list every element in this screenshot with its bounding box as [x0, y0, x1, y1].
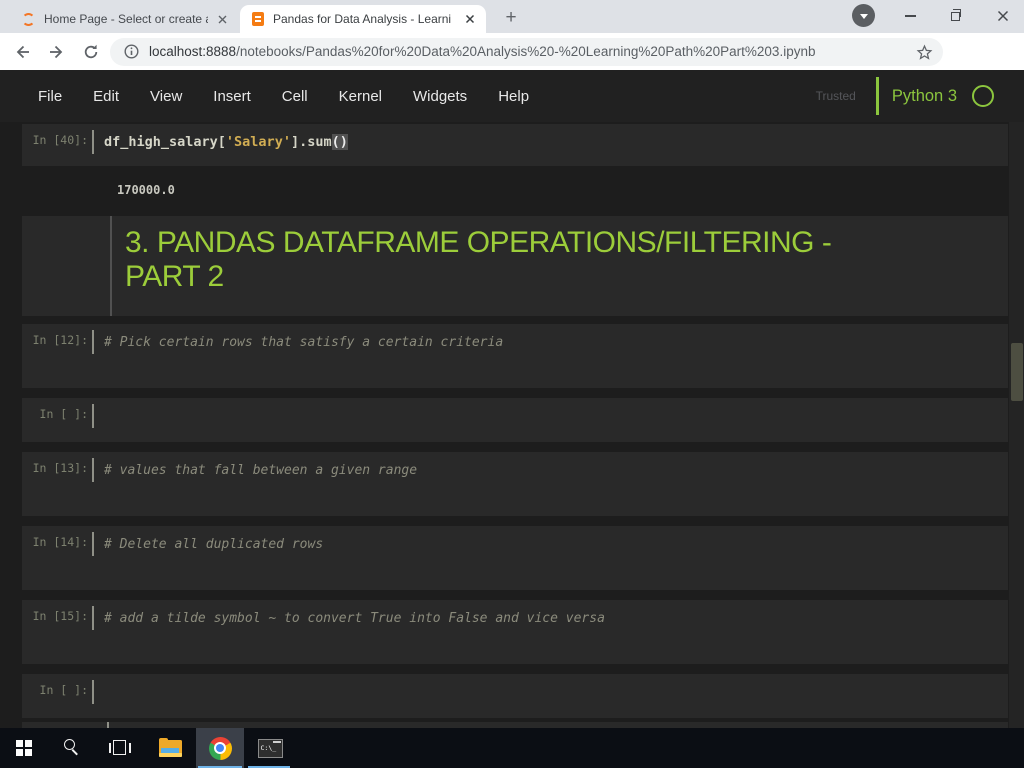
- menu-kernel[interactable]: Kernel: [339, 88, 382, 105]
- cell-prompt[interactable]: In [13]:: [22, 461, 88, 475]
- notebook-content: In [40]: df_high_salary['Salary'].sum() 17…: [0, 122, 1009, 728]
- cell-gutter-line: [92, 458, 94, 482]
- menu-cell[interactable]: Cell: [282, 88, 308, 105]
- url-host: localhost:8888: [149, 44, 237, 59]
- code-input[interactable]: df_high_salary['Salary'].sum(): [104, 132, 998, 152]
- cell-prompt[interactable]: In [14]:: [22, 535, 88, 549]
- window-minimize-button[interactable]: [893, 1, 927, 31]
- browser-toolbar: localhost:8888/notebooks/Pandas%20for%20…: [0, 33, 1024, 94]
- markdown-heading[interactable]: 3. PANDAS DATAFRAME OPERATIONS/FILTERING…: [125, 226, 993, 294]
- code-cell[interactable]: In [ ]:: [22, 674, 1008, 718]
- cell-prompt[interactable]: In [15]:: [22, 609, 88, 623]
- task-view-icon: [109, 740, 131, 756]
- cell-gutter-line: [92, 330, 94, 354]
- notebook-icon: [252, 12, 264, 26]
- taskbar: C:\_: [0, 728, 1024, 768]
- tab-close-icon[interactable]: [214, 11, 230, 27]
- tab-home-page[interactable]: Home Page - Select or create a n: [10, 5, 238, 33]
- code-cell[interactable]: In [13]: # values that fall between a giv…: [22, 452, 1008, 516]
- folder-icon: [158, 737, 182, 757]
- back-icon[interactable]: [11, 41, 33, 63]
- scrollbar[interactable]: [1009, 122, 1024, 728]
- kernel-accent-bar: [875, 77, 879, 115]
- code-cell[interactable]: In [15]: # add a tilde symbol ~ to conver…: [22, 600, 1008, 664]
- code-cell[interactable]: In [14]: # Delete all duplicated rows: [22, 526, 1008, 590]
- code-cell[interactable]: In [12]: # Pick certain rows that satisfy…: [22, 324, 1008, 388]
- tab-title: Home Page - Select or create a n: [44, 12, 208, 26]
- cell-prompt[interactable]: In [12]:: [22, 333, 88, 347]
- cell-gutter-line: [92, 680, 94, 704]
- url-path: /notebooks/Pandas%20for%20Data%20Analysi…: [236, 44, 816, 59]
- window-restore-button[interactable]: [938, 1, 972, 31]
- cell-gutter-line: [92, 606, 94, 630]
- screen: Home Page - Select or create a n Pandas …: [0, 0, 1024, 768]
- windows-logo-icon: [15, 739, 33, 757]
- menu-edit[interactable]: Edit: [93, 88, 119, 105]
- terminal-icon: C:\_: [257, 738, 283, 758]
- cell-gutter-line: [110, 216, 112, 316]
- url-text: localhost:8888/notebooks/Pandas%20for%20…: [149, 44, 815, 59]
- jupyter-menubar: File Edit View Insert Cell Kernel Widgets Help …: [0, 70, 1024, 122]
- trusted-label: Trusted: [815, 89, 856, 103]
- scrollbar-thumb[interactable]: [1010, 343, 1023, 401]
- site-info-icon[interactable]: [124, 44, 139, 59]
- kernel-indicator-group: Trusted Python 3: [816, 70, 994, 122]
- jupyter-logo-icon: [22, 12, 35, 26]
- cell-gutter-line: [92, 532, 94, 556]
- menu-view[interactable]: View: [150, 88, 182, 105]
- cell-gutter-line: [92, 130, 94, 154]
- chrome-icon: [208, 736, 232, 760]
- code-input[interactable]: # values that fall between a given range: [104, 460, 998, 481]
- kernel-idle-icon: [972, 85, 994, 107]
- browser-tab-strip: Home Page - Select or create a n Pandas …: [0, 0, 1024, 33]
- tab-pandas-notebook[interactable]: Pandas for Data Analysis - Learni: [240, 5, 486, 33]
- cell-prompt[interactable]: In [ ]:: [22, 407, 88, 421]
- bookmark-star-icon[interactable]: [916, 44, 933, 61]
- cell-gutter-line: [92, 404, 94, 428]
- browser-profile-icon[interactable]: [852, 4, 875, 27]
- cell-output: 170000.0: [117, 183, 175, 197]
- new-tab-button[interactable]: +: [497, 5, 525, 30]
- terminal-taskbar-button[interactable]: C:\_: [246, 728, 294, 768]
- code-input[interactable]: # add a tilde symbol ~ to convert True i…: [104, 608, 998, 629]
- tab-close-icon[interactable]: [462, 11, 478, 27]
- cell-prompt[interactable]: In [40]:: [22, 133, 88, 147]
- taskbar-search-button[interactable]: [48, 728, 96, 768]
- code-cell[interactable]: In [40]: df_high_salary['Salary'].sum(): [22, 124, 1008, 166]
- menu-file[interactable]: File: [38, 88, 62, 105]
- markdown-cell[interactable]: 3. PANDAS DATAFRAME OPERATIONS/FILTERING…: [22, 216, 1008, 316]
- menu-help[interactable]: Help: [498, 88, 529, 105]
- code-input[interactable]: # Pick certain rows that satisfy a certa…: [104, 332, 998, 353]
- address-bar[interactable]: localhost:8888/notebooks/Pandas%20for%20…: [110, 37, 943, 66]
- tab-title: Pandas for Data Analysis - Learni: [273, 12, 452, 26]
- code-input[interactable]: # Delete all duplicated rows: [104, 534, 998, 555]
- window-close-button[interactable]: [986, 1, 1020, 31]
- menu-insert[interactable]: Insert: [213, 88, 251, 105]
- file-explorer-button[interactable]: [146, 728, 194, 768]
- chrome-taskbar-button[interactable]: [196, 728, 244, 768]
- reload-icon[interactable]: [80, 41, 102, 63]
- kernel-name: Python 3: [891, 86, 957, 105]
- forward-icon[interactable]: [46, 41, 68, 63]
- notebook-cells: In [40]: df_high_salary['Salary'].sum() 17…: [0, 122, 1009, 718]
- start-button[interactable]: [0, 728, 48, 768]
- cell-prompt[interactable]: In [ ]:: [22, 683, 88, 697]
- menu-widgets[interactable]: Widgets: [413, 88, 467, 105]
- task-view-button[interactable]: [96, 728, 144, 768]
- code-cell[interactable]: In [ ]:: [22, 398, 1008, 442]
- search-icon: [62, 738, 82, 758]
